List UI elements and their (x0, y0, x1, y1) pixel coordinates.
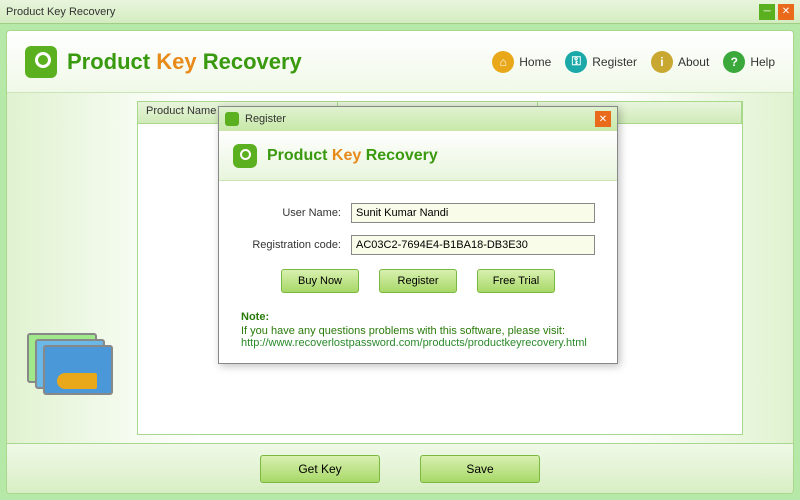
dialog-title: Register (245, 113, 286, 125)
username-input[interactable] (351, 203, 595, 223)
monitor-key-icon (27, 333, 117, 413)
note-text: If you have any questions problems with … (241, 325, 595, 337)
buy-now-button[interactable]: Buy Now (281, 269, 359, 293)
dialog-titlebar[interactable]: Register ✕ (219, 107, 617, 131)
about-button[interactable]: iAbout (651, 51, 709, 73)
dialog-app-logo-icon (233, 144, 257, 168)
bottom-bar: Get Key Save (7, 443, 793, 493)
titlebar: Product Key Recovery ─ ✕ (0, 0, 800, 24)
dialog-app-title: Product Key Recovery (267, 147, 438, 165)
header: Product Key Recovery ⌂Home ⚿Register iAb… (7, 31, 793, 93)
save-button[interactable]: Save (420, 455, 540, 483)
help-icon: ? (723, 51, 745, 73)
dialog-close-button[interactable]: ✕ (595, 111, 611, 127)
username-label: User Name: (241, 207, 351, 219)
note-link[interactable]: http://www.recoverlostpassword.com/produ… (241, 337, 595, 349)
regcode-label: Registration code: (241, 239, 351, 251)
app-title: Product Key Recovery (67, 49, 302, 75)
register-dialog: Register ✕ Product Key Recovery User Nam… (218, 106, 618, 364)
info-icon: i (651, 51, 673, 73)
regcode-input[interactable] (351, 235, 595, 255)
get-key-button[interactable]: Get Key (260, 455, 380, 483)
key-icon: ⚿ (565, 51, 587, 73)
dialog-body: User Name: Registration code: Buy Now Re… (219, 181, 617, 363)
register-button[interactable]: ⚿Register (565, 51, 637, 73)
sidebar-decoration (7, 93, 137, 443)
note-label: Note: (241, 311, 595, 323)
dialog-register-button[interactable]: Register (379, 269, 457, 293)
free-trial-button[interactable]: Free Trial (477, 269, 555, 293)
dialog-header: Product Key Recovery (219, 131, 617, 181)
close-button[interactable]: ✕ (778, 4, 794, 20)
home-button[interactable]: ⌂Home (492, 51, 551, 73)
dialog-logo-icon (225, 112, 239, 126)
home-icon: ⌂ (492, 51, 514, 73)
help-button[interactable]: ?Help (723, 51, 775, 73)
minimize-button[interactable]: ─ (759, 4, 775, 20)
app-logo-icon (25, 46, 57, 78)
window-title: Product Key Recovery (6, 6, 756, 18)
